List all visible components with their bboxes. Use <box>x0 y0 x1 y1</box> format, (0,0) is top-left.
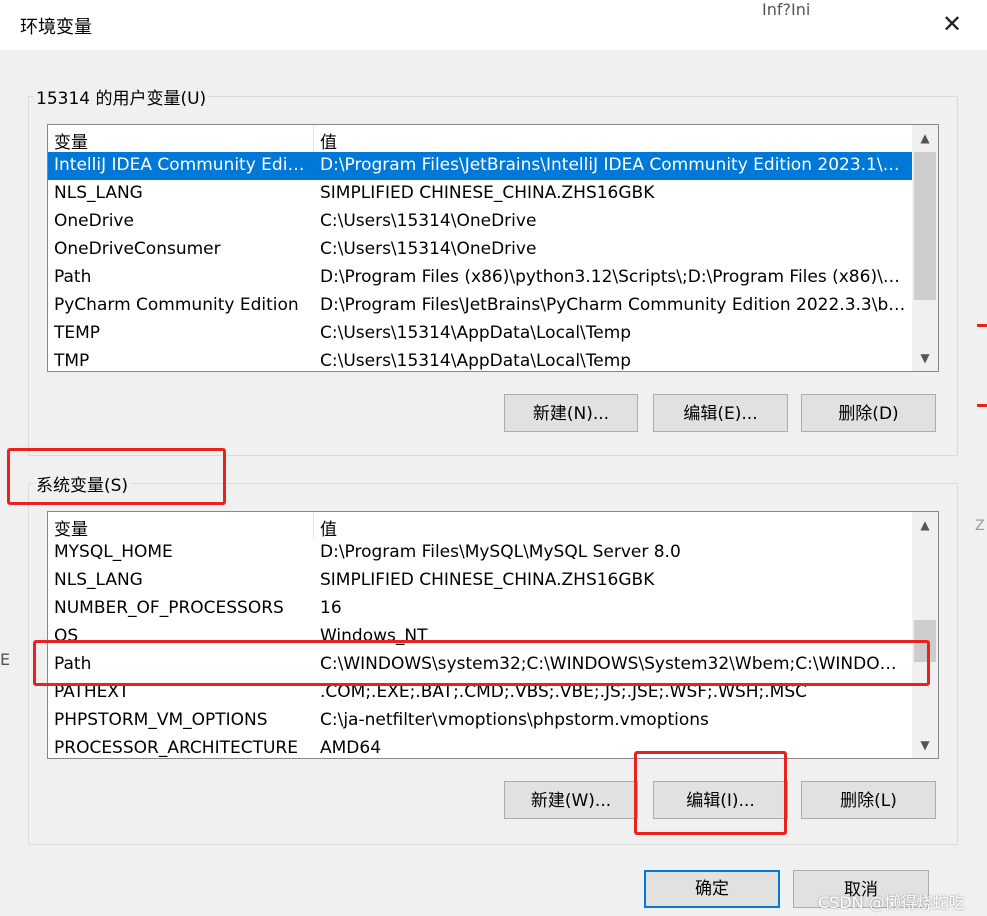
scroll-thumb[interactable] <box>914 152 936 300</box>
scroll-up-icon[interactable]: ▲ <box>912 512 938 538</box>
background-fragment: Z <box>975 518 985 534</box>
variable-value: SIMPLIFIED CHINESE_CHINA.ZHS16GBK <box>320 570 655 590</box>
scroll-down-icon[interactable]: ▼ <box>912 732 938 758</box>
system-new-button[interactable]: 新建(W)... <box>504 781 638 819</box>
variable-value: C:\ja-netfilter\vmoptions\phpstorm.vmopt… <box>320 710 709 730</box>
list-header: 变量 值 <box>48 125 912 153</box>
column-separator <box>313 512 314 539</box>
user-variables-legend: 15314 的用户变量(U) <box>34 84 209 109</box>
variable-name: TEMP <box>54 323 101 343</box>
variable-name: IntelliJ IDEA Community Edition <box>54 155 309 175</box>
system-delete-button[interactable]: 删除(L) <box>801 781 936 819</box>
variable-value: D:\Program Files (x86)\python3.12\Script… <box>320 267 908 287</box>
system-list-scrollbar[interactable]: ▲ ▼ <box>912 512 938 758</box>
ok-button[interactable]: 确定 <box>644 870 780 908</box>
variable-value: C:\Users\15314\OneDrive <box>320 239 537 259</box>
variable-name: TMP <box>54 351 90 371</box>
close-icon[interactable]: ✕ <box>936 8 968 40</box>
variable-value: D:\Program Files\MySQL\MySQL Server 8.0 <box>320 542 681 562</box>
table-row[interactable]: OneDrive C:\Users\15314\OneDrive <box>48 208 912 236</box>
variable-name: OneDriveConsumer <box>54 239 221 259</box>
scroll-down-icon[interactable]: ▼ <box>912 345 938 371</box>
user-delete-button[interactable]: 删除(D) <box>801 394 936 432</box>
column-header-name[interactable]: 变量 <box>54 128 88 153</box>
variable-name: PyCharm Community Edition <box>54 295 299 315</box>
variable-value: SIMPLIFIED CHINESE_CHINA.ZHS16GBK <box>320 183 655 203</box>
variable-value: C:\Users\15314\AppData\Local\Temp <box>320 351 632 371</box>
table-row[interactable]: NLS_LANG SIMPLIFIED CHINESE_CHINA.ZHS16GB… <box>48 180 912 208</box>
table-row[interactable]: Path D:\Program Files (x86)\python3.12\Sc… <box>48 264 912 292</box>
variable-value: AMD64 <box>320 738 382 758</box>
table-row[interactable]: TEMP C:\Users\15314\AppData\Local\Temp <box>48 320 912 348</box>
column-separator <box>313 125 314 152</box>
table-row[interactable]: MYSQL_HOME D:\Program Files\MySQL\MySQL S… <box>48 539 912 567</box>
variable-name: NUMBER_OF_PROCESSORS <box>54 598 284 618</box>
list-header: 变量 值 <box>48 512 912 540</box>
annotation-box-path-row <box>33 640 930 686</box>
variable-value: C:\Users\15314\OneDrive <box>320 211 537 231</box>
variable-name: MYSQL_HOME <box>54 542 173 562</box>
variable-name: NLS_LANG <box>54 570 143 590</box>
variable-name: Path <box>54 267 92 287</box>
column-header-name[interactable]: 变量 <box>54 515 88 540</box>
variable-name: PHPSTORM_VM_OPTIONS <box>54 710 268 730</box>
watermark-text: CSDN @懒得烧蛇吃 <box>818 893 965 912</box>
annotation-mark <box>977 324 987 327</box>
variable-name: NLS_LANG <box>54 183 143 203</box>
user-list-scrollbar[interactable]: ▲ ▼ <box>912 125 938 371</box>
table-row[interactable]: OneDriveConsumer C:\Users\15314\OneDrive <box>48 236 912 264</box>
variable-value: D:\Program Files\JetBrains\PyCharm Commu… <box>320 295 908 315</box>
background-fragment: E <box>0 650 11 669</box>
annotation-mark <box>977 404 987 407</box>
annotation-box-system-legend <box>7 448 226 505</box>
table-row[interactable]: TMP C:\Users\15314\AppData\Local\Temp <box>48 348 912 371</box>
variable-value: D:\Program Files\JetBrains\IntelliJ IDEA… <box>320 155 908 175</box>
column-header-value[interactable]: 值 <box>320 128 337 153</box>
system-variables-list[interactable]: 变量 值 MYSQL_HOME D:\Program Files\MySQL\My… <box>47 511 939 759</box>
variable-name: OneDrive <box>54 211 134 231</box>
table-row[interactable]: PHPSTORM_VM_OPTIONS C:\ja-netfilter\vmopt… <box>48 707 912 735</box>
table-row[interactable]: PyCharm Community Edition D:\Program File… <box>48 292 912 320</box>
table-row[interactable]: NUMBER_OF_PROCESSORS 16 <box>48 595 912 623</box>
variable-value: 16 <box>320 598 342 618</box>
window-title: 环境变量 <box>20 17 92 38</box>
variable-name: PROCESSOR_ARCHITECTURE <box>54 738 298 758</box>
user-variables-list[interactable]: 变量 值 IntelliJ IDEA Community Edition D:\P… <box>47 124 939 372</box>
table-row[interactable]: NLS_LANG SIMPLIFIED CHINESE_CHINA.ZHS16GB… <box>48 567 912 595</box>
user-new-button[interactable]: 新建(N)... <box>504 394 638 432</box>
scroll-up-icon[interactable]: ▲ <box>912 125 938 151</box>
background-window-fragment: Inf?Ini <box>762 0 811 19</box>
user-edit-button[interactable]: 编辑(E)... <box>653 394 788 432</box>
annotation-box-edit-button <box>634 751 787 835</box>
environment-variables-dialog: 环境变量 Inf?Ini ✕ 15314 的用户变量(U) 变量 值 Intel… <box>0 0 987 916</box>
title-bar: 环境变量 Inf?Ini ✕ <box>0 0 987 50</box>
table-row[interactable]: IntelliJ IDEA Community Edition D:\Progra… <box>48 152 912 180</box>
variable-value: C:\Users\15314\AppData\Local\Temp <box>320 323 632 343</box>
column-header-value[interactable]: 值 <box>320 515 337 540</box>
